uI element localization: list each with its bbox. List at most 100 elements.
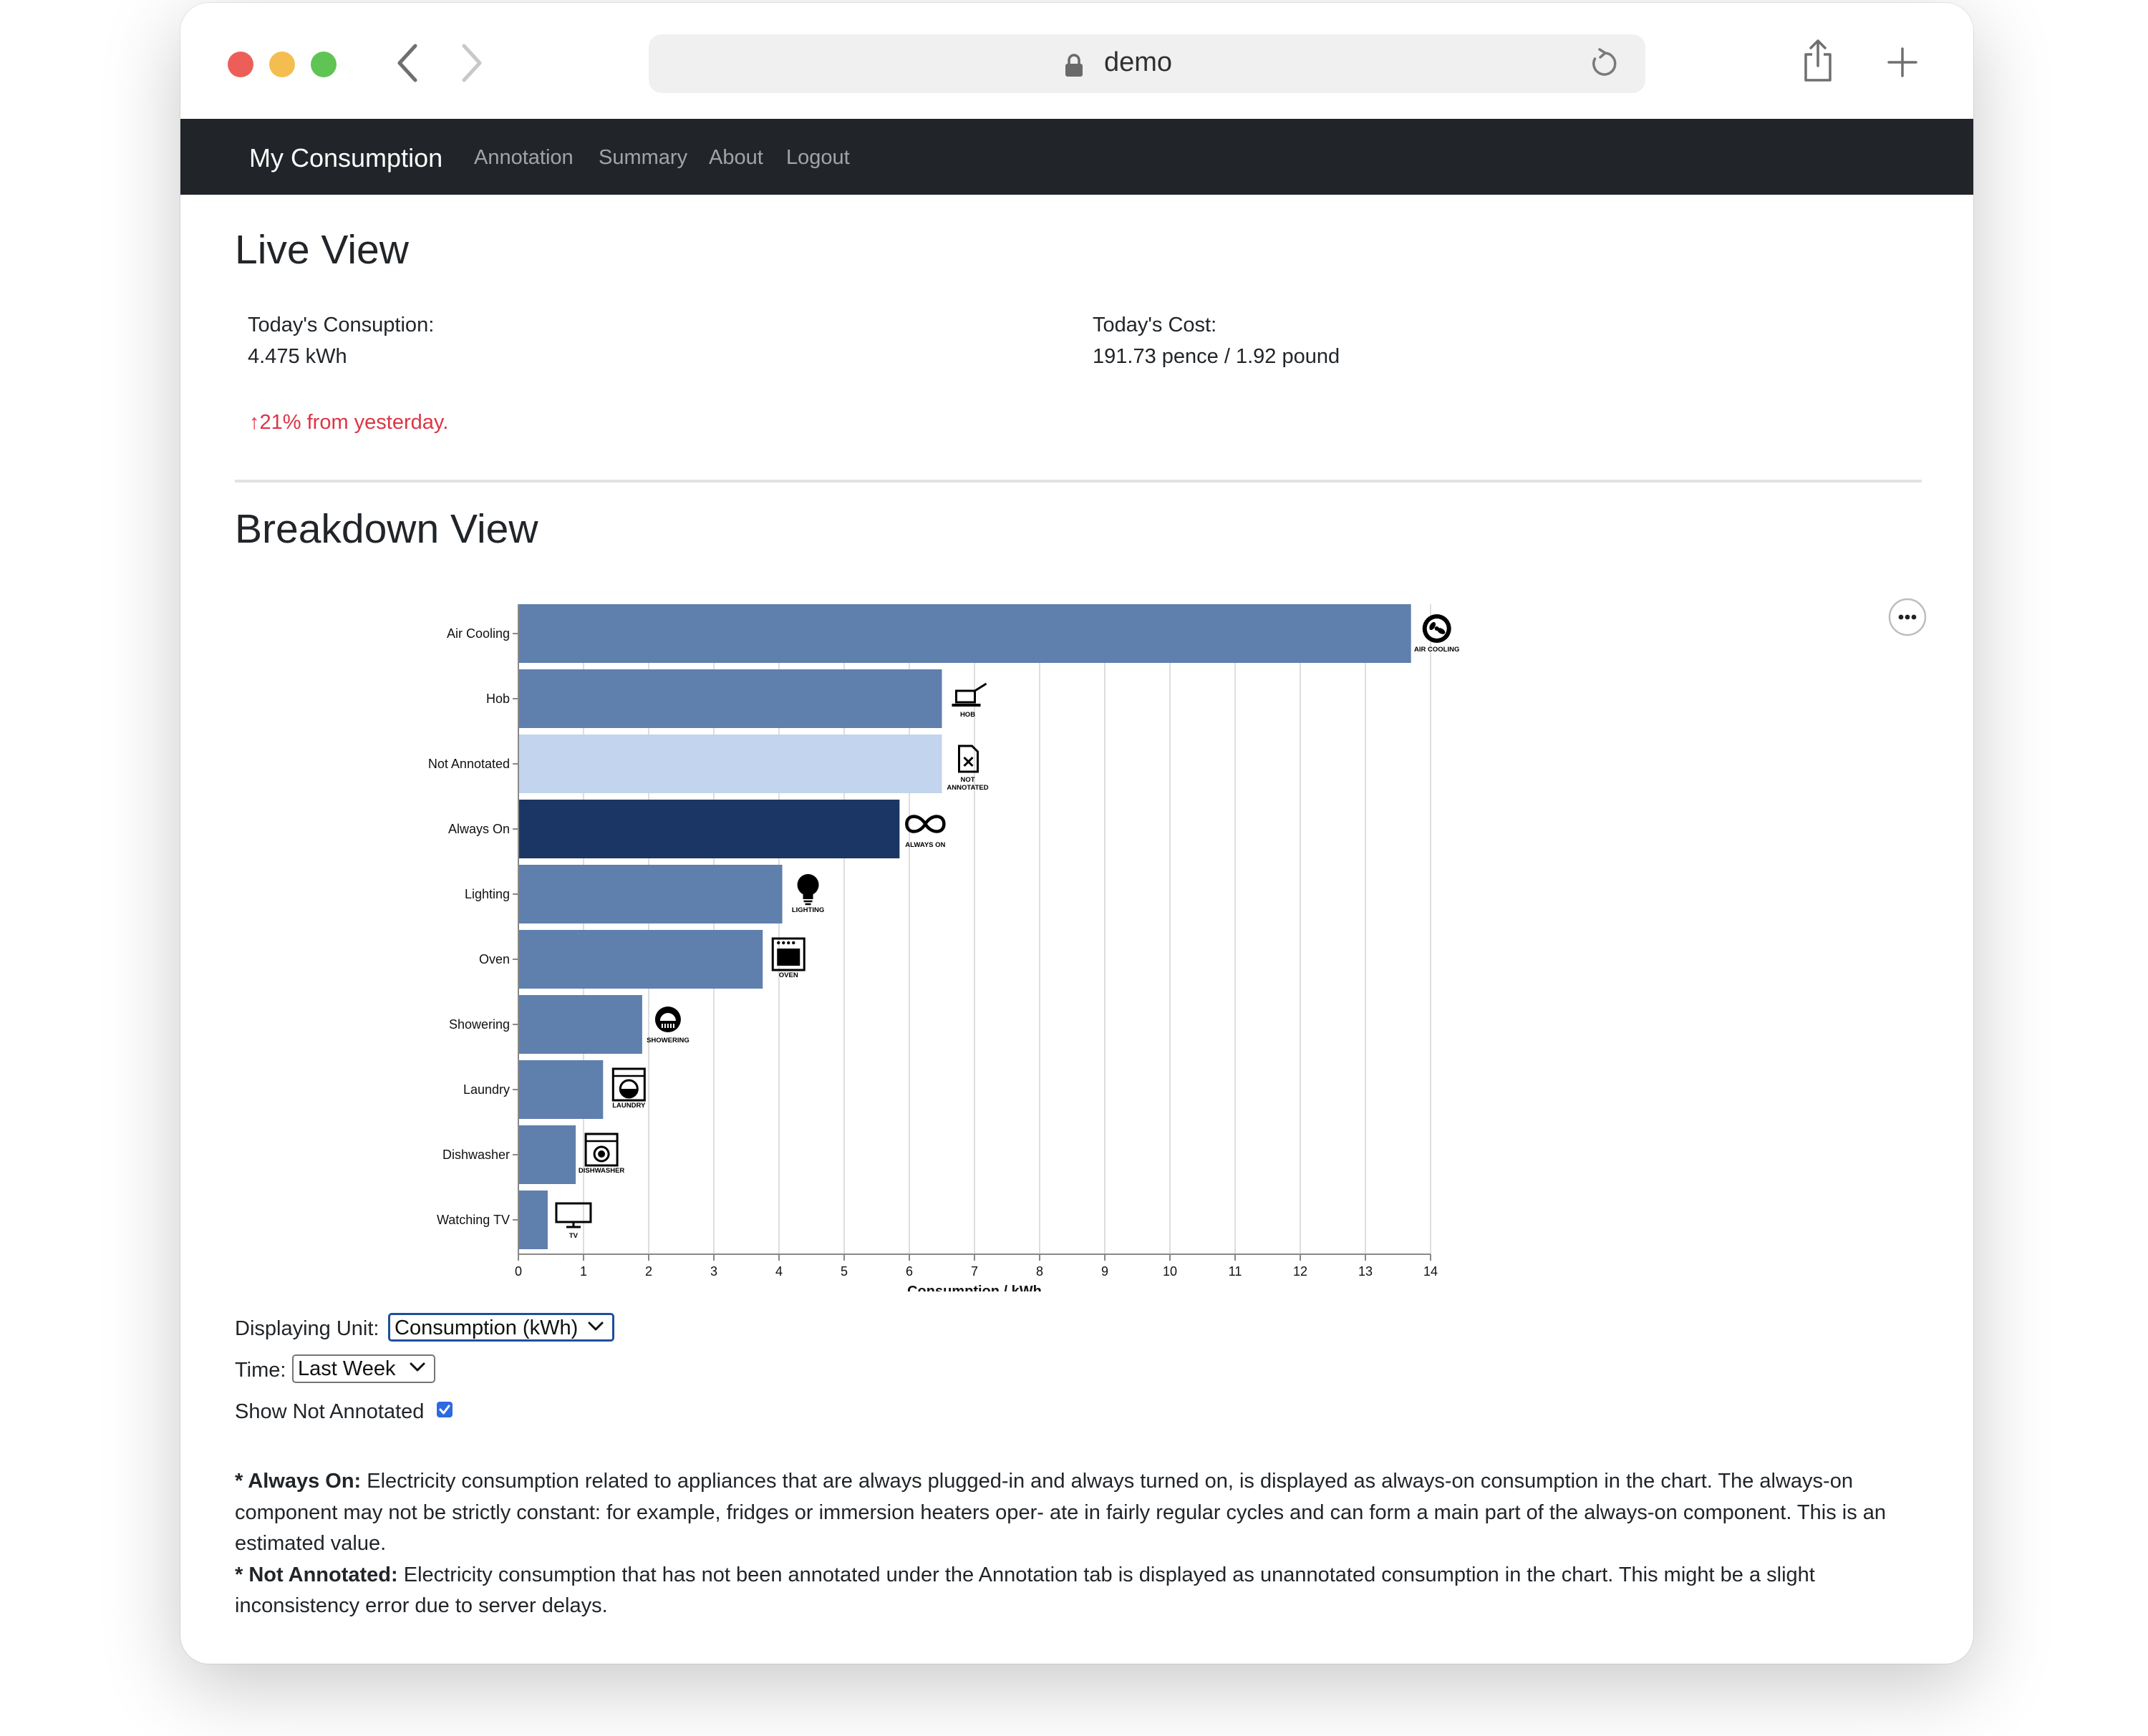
x-tick-label: 9 — [1101, 1264, 1108, 1279]
icon-caption: ALWAYS ON — [905, 841, 945, 849]
minimize-window-button[interactable] — [269, 52, 295, 77]
lock-icon — [1065, 54, 1083, 77]
note-text: Electricity consumption that has not bee… — [235, 1563, 1815, 1618]
x-tick-label: 2 — [645, 1264, 652, 1279]
x-tick-label: 5 — [841, 1264, 848, 1279]
bar — [518, 734, 942, 793]
x-tick-label: 11 — [1229, 1264, 1242, 1279]
x-tick-label: 4 — [775, 1264, 783, 1279]
icon-caption: LAUNDRY — [612, 1102, 646, 1110]
section-divider — [235, 480, 1922, 483]
breakdown-view-heading: Breakdown View — [235, 506, 538, 552]
oven-icon — [771, 937, 806, 971]
displaying-unit-label: Displaying Unit: — [235, 1317, 379, 1340]
note-term: * Always On: — [235, 1470, 362, 1493]
category-label: Laundry — [463, 1082, 510, 1097]
bar — [518, 1191, 548, 1249]
fan-icon — [1422, 614, 1451, 643]
site-navbar: My Consumption Annotation Summary About … — [180, 119, 1973, 195]
nav-link-annotation[interactable]: Annotation — [474, 146, 574, 170]
cost-value: 191.73 pence / 1.92 pound — [1093, 345, 1340, 368]
brand-link[interactable]: My Consumption — [249, 143, 442, 173]
category-label: Dishwasher — [442, 1148, 510, 1162]
bulb-icon — [797, 874, 819, 906]
icon-caption: OVEN — [779, 971, 798, 979]
bar — [518, 1125, 576, 1184]
category-label: Hob — [486, 692, 510, 706]
x-tick-label: 12 — [1293, 1264, 1307, 1279]
bar — [518, 1060, 604, 1119]
checkmark-icon — [439, 1405, 450, 1415]
shower-icon — [654, 1007, 681, 1032]
category-label: Showering — [449, 1017, 510, 1032]
category-label: Always On — [448, 822, 510, 836]
bar — [518, 865, 783, 923]
chart-category-labels: Air Cooling Hob Not Annotated Always On Ligh… — [428, 626, 518, 1227]
icon-caption: AIR COOLING — [1414, 646, 1459, 654]
browser-toolbar: demo — [180, 3, 1973, 119]
chart-bars — [518, 604, 1411, 1249]
time-value: Last Week — [298, 1357, 396, 1380]
address-bar[interactable]: demo — [649, 34, 1645, 93]
chart-actions-menu-icon[interactable] — [1887, 597, 1927, 637]
time-select[interactable]: Last Week — [292, 1354, 435, 1383]
x-tick-label: 14 — [1423, 1264, 1438, 1279]
washing-machine-icon — [611, 1067, 646, 1102]
time-label: Time: — [235, 1359, 286, 1382]
chart-notes: * Always On: Electricity consumption rel… — [235, 1466, 1927, 1622]
bar — [518, 800, 900, 858]
live-view-heading: Live View — [235, 227, 409, 273]
category-label: Watching TV — [437, 1213, 510, 1227]
icon-caption: TV — [569, 1232, 579, 1240]
x-tick-label: 8 — [1036, 1264, 1043, 1279]
infinity-icon — [905, 815, 946, 833]
displaying-unit-select[interactable]: Consumption (kWh) — [388, 1313, 614, 1342]
bar — [518, 604, 1411, 663]
note-always-on: * Always On: Electricity consumption rel… — [235, 1466, 1927, 1560]
category-label: Not Annotated — [428, 757, 510, 771]
note-not-annotated: * Not Annotated: Electricity consumption… — [235, 1560, 1927, 1622]
share-icon[interactable] — [1801, 39, 1834, 83]
bar — [518, 669, 942, 728]
x-tick-label: 6 — [906, 1264, 913, 1279]
forward-arrow-icon[interactable] — [460, 42, 484, 84]
category-label: Air Cooling — [447, 626, 510, 641]
pan-icon — [952, 682, 987, 707]
nav-link-summary[interactable]: Summary — [599, 146, 687, 170]
category-label: Oven — [479, 952, 510, 966]
url-text: demo — [1104, 47, 1173, 77]
nav-link-logout[interactable]: Logout — [786, 146, 850, 170]
icon-caption: NOT — [960, 776, 974, 784]
icon-caption: SHOWERING — [647, 1037, 690, 1044]
tv-icon — [555, 1202, 592, 1228]
dishwasher-icon — [584, 1133, 619, 1167]
x-tick-label: 3 — [710, 1264, 717, 1279]
close-window-button[interactable] — [228, 52, 253, 77]
x-tick-label: 13 — [1358, 1264, 1373, 1279]
cost-label: Today's Cost: — [1093, 314, 1217, 336]
reload-icon[interactable] — [1590, 48, 1620, 79]
icon-caption: ANNOTATED — [947, 784, 988, 792]
bar — [518, 995, 642, 1054]
maximize-window-button[interactable] — [311, 52, 337, 77]
consumption-value: 4.475 kWh — [248, 345, 347, 368]
note-term: * Not Annotated: — [235, 1563, 398, 1586]
x-tick-label: 7 — [971, 1264, 978, 1279]
chevron-down-icon — [410, 1362, 425, 1372]
category-label: Lighting — [465, 887, 510, 901]
show-not-annotated-label: Show Not Annotated — [235, 1400, 425, 1423]
nav-link-about[interactable]: About — [709, 146, 763, 170]
x-tick-label: 1 — [580, 1264, 587, 1279]
consumption-label: Today's Consuption: — [248, 314, 435, 336]
chevron-down-icon — [588, 1322, 604, 1331]
new-tab-icon[interactable] — [1887, 47, 1917, 77]
displaying-unit-value: Consumption (kWh) — [395, 1316, 579, 1339]
icon-caption: HOB — [960, 711, 975, 719]
icon-caption: LIGHTING — [792, 906, 824, 914]
show-not-annotated-checkbox[interactable] — [437, 1402, 453, 1417]
icon-caption: DISHWASHER — [579, 1167, 625, 1175]
x-tick-label: 0 — [515, 1264, 522, 1279]
back-arrow-icon[interactable] — [395, 42, 420, 84]
x-tick-label: 10 — [1163, 1264, 1177, 1279]
browser-window: demo My Consumption Annotation Summary A… — [180, 3, 1973, 1664]
